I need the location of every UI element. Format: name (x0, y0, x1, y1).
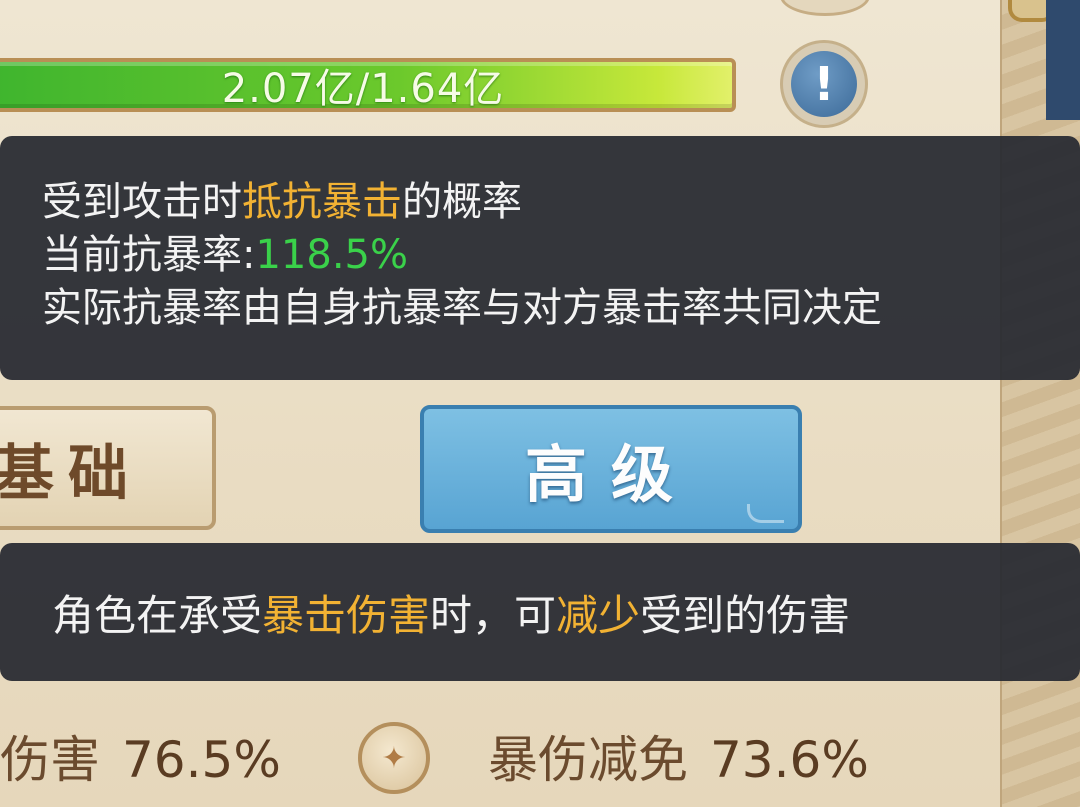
tooltip-highlight: 抵抗暴击 (242, 179, 402, 225)
tab-basic-label: 基础 (0, 438, 142, 509)
info-button[interactable]: ! (780, 40, 868, 128)
tab-advanced[interactable]: 高级 (420, 405, 802, 533)
tab-advanced-label: 高级 (524, 438, 697, 511)
hp-bar: 2.07亿/1.64亿 (0, 58, 736, 112)
tooltip-text: 受到攻击时 (42, 179, 242, 225)
scroll-border-decoration (1000, 0, 1080, 807)
tooltip-line-3: 实际抗暴率由自身抗暴率与对方暴击率共同决定 (42, 285, 882, 331)
crit-resist-label: 当前抗暴率: (42, 232, 256, 278)
tab-basic[interactable]: 基础 (0, 406, 216, 530)
tooltip-text: 受到的伤害 (640, 590, 851, 640)
stat-label: 暴伤减免 (488, 731, 688, 789)
stat-label: 伤害 (0, 731, 100, 789)
tooltip-line-2: 当前抗暴率:118.5% (42, 229, 1080, 282)
stat-crit-damage-reduction: 暴伤减免 73.6% (488, 720, 869, 792)
stat-value: 76.5% (122, 731, 281, 789)
crit-resist-value: 118.5% (255, 232, 409, 278)
tooltip-text: 时，可 (430, 590, 557, 640)
tooltip-text: 角色在承受 (52, 590, 263, 640)
stat-value: 73.6% (710, 731, 869, 789)
crit-damage-tooltip: 角色在承受 暴击伤害 时，可 减少 受到的伤害 (0, 543, 1080, 681)
stats-panel-background (0, 0, 1000, 807)
crit-resist-tooltip: 受到攻击时抵抗暴击的概率 当前抗暴率:118.5% 实际抗暴率由自身抗暴率与对方… (0, 136, 1080, 380)
cloud-ornament-icon (747, 504, 784, 523)
side-strap (1046, 0, 1080, 120)
tooltip-line-1: 受到攻击时抵抗暴击的概率 (42, 176, 1080, 229)
exclamation-icon: ! (791, 51, 857, 117)
crit-damage-reduction-icon[interactable]: ✦ (358, 722, 430, 794)
stat-damage: 伤害 76.5% (0, 720, 281, 792)
tooltip-text: 的概率 (402, 179, 522, 225)
hp-bar-text: 2.07亿/1.64亿 (221, 66, 505, 112)
tooltip-highlight: 暴击伤害 (262, 590, 431, 640)
tooltip-highlight: 减少 (556, 590, 641, 640)
